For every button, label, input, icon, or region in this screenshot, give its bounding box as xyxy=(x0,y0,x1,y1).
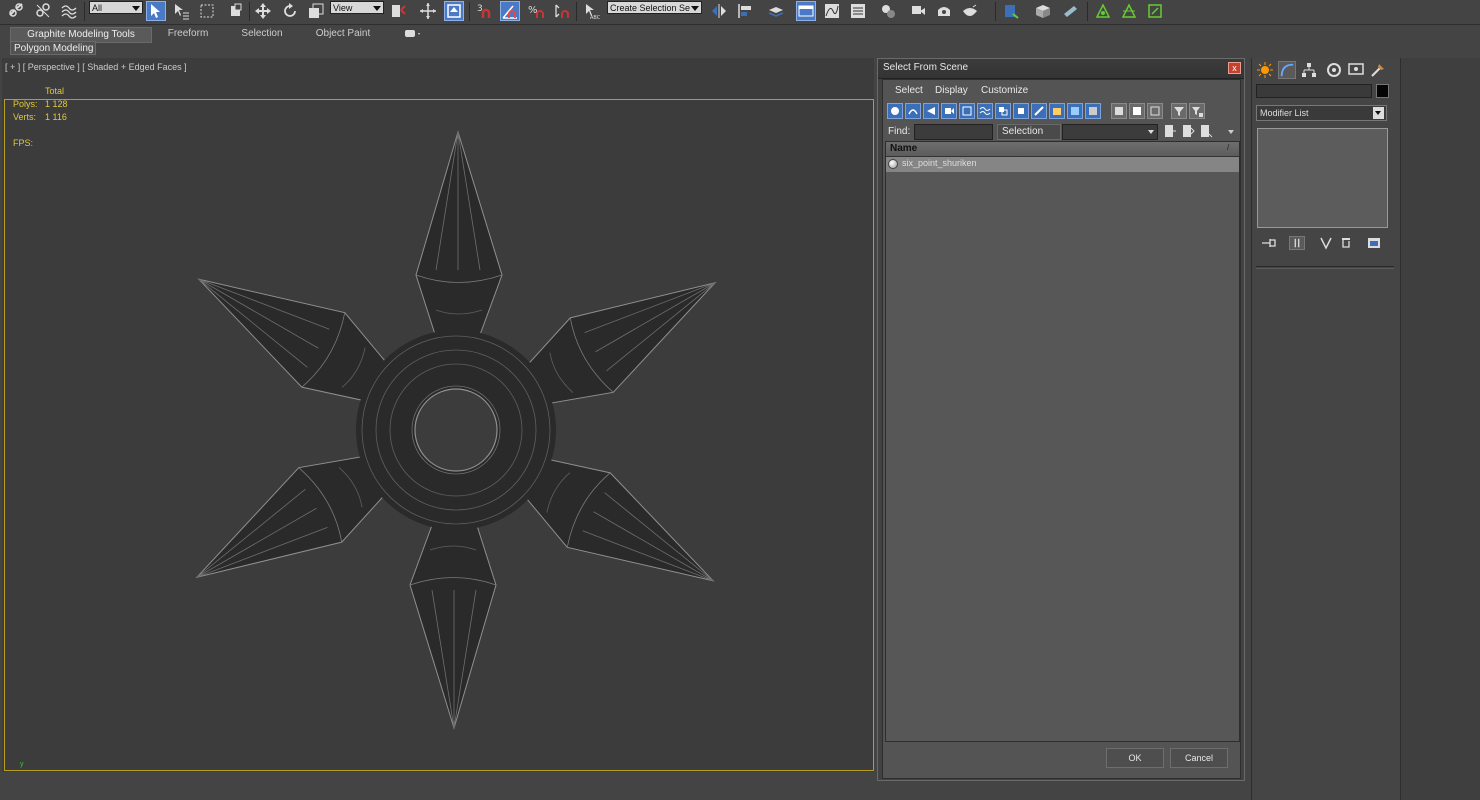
selection-set-dropdown[interactable] xyxy=(1062,124,1158,140)
command-panel: Modifier List xyxy=(1251,58,1400,800)
panel-divider xyxy=(1256,266,1394,267)
object-color-swatch[interactable] xyxy=(1376,84,1389,98)
make-unique-icon[interactable] xyxy=(1318,236,1334,250)
display-shapes-icon[interactable] xyxy=(905,103,921,119)
chevron-down-icon xyxy=(1373,107,1384,119)
modifier-list-dropdown[interactable]: Modifier List xyxy=(1256,105,1387,121)
display-groups-icon[interactable] xyxy=(995,103,1011,119)
close-icon[interactable]: x xyxy=(1228,62,1241,74)
dialog-title-bar[interactable]: Select From Scene x xyxy=(878,59,1244,79)
select-all-icon[interactable] xyxy=(1111,103,1127,119)
select-invert-icon[interactable] xyxy=(1147,103,1163,119)
selection-set-label: Selection Set: xyxy=(997,124,1061,151)
render-production-icon[interactable] xyxy=(960,1,980,21)
render-setup-icon[interactable] xyxy=(908,1,928,21)
find-input[interactable] xyxy=(914,124,993,140)
configure-modifier-sets-icon[interactable] xyxy=(1366,236,1382,250)
modifier-list-label: Modifier List xyxy=(1260,108,1309,118)
ok-button[interactable]: OK xyxy=(1106,748,1164,768)
graph-editor-icon[interactable] xyxy=(1093,1,1113,21)
display-containers-icon[interactable] xyxy=(1049,103,1065,119)
show-end-result-icon[interactable] xyxy=(1289,236,1305,250)
chevron-down-icon xyxy=(1148,130,1154,134)
menu-display[interactable]: Display xyxy=(935,85,968,96)
display-xrefs-icon[interactable] xyxy=(1013,103,1029,119)
list-item[interactable]: six_point_shuriken xyxy=(886,157,1239,172)
display-cameras-icon[interactable] xyxy=(941,103,957,119)
menu-select[interactable]: Select xyxy=(895,85,923,96)
select-none-icon[interactable] xyxy=(1129,103,1145,119)
filter-icon[interactable] xyxy=(1171,103,1187,119)
containers-icon[interactable] xyxy=(1033,1,1053,21)
pin-stack-icon[interactable] xyxy=(1261,236,1277,250)
create-selection-set-icon[interactable] xyxy=(1163,124,1177,138)
hierarchy-tab-icon[interactable] xyxy=(1300,61,1318,79)
axis-tripod-icon: y xyxy=(20,761,24,768)
name-column-label: Name xyxy=(890,143,918,154)
shuriken-model xyxy=(174,131,738,729)
find-label: Find: xyxy=(888,126,911,137)
delete-selection-set-icon[interactable] xyxy=(1199,124,1213,138)
import-icon[interactable] xyxy=(1001,1,1021,21)
select-from-scene-dialog: Select From Scene x Select Display Custo… xyxy=(877,58,1245,781)
material-editor-icon[interactable] xyxy=(878,1,898,21)
geometry-object-icon xyxy=(888,159,898,169)
utilities-tab-icon[interactable] xyxy=(1369,61,1387,79)
sort-indicator-icon: / xyxy=(1227,143,1230,152)
filter-options-icon[interactable] xyxy=(1189,103,1205,119)
display-hidden-icon[interactable] xyxy=(1085,103,1101,119)
display-bones-icon[interactable] xyxy=(1031,103,1047,119)
menu-customize[interactable]: Customize xyxy=(981,85,1028,96)
toolbar-options-icon[interactable] xyxy=(1227,128,1235,136)
remove-modifier-icon[interactable] xyxy=(1338,236,1354,250)
scene-explorer-icon[interactable] xyxy=(1060,1,1080,21)
dope-sheet-icon[interactable] xyxy=(1119,1,1139,21)
display-geometry-icon[interactable] xyxy=(887,103,903,119)
display-tab-icon[interactable] xyxy=(1347,61,1365,79)
edit-selection-set-icon[interactable] xyxy=(1181,124,1195,138)
cancel-button[interactable]: Cancel xyxy=(1170,748,1228,768)
dialog-title: Select From Scene xyxy=(883,62,969,73)
dialog-body: Select Display Customize Find: Selection… xyxy=(882,79,1241,779)
object-name: six_point_shuriken xyxy=(902,158,977,168)
shuriken-body xyxy=(174,131,738,729)
track-view-icon[interactable] xyxy=(1145,1,1165,21)
panel-divider-highlight xyxy=(1256,268,1394,269)
motion-tab-icon[interactable] xyxy=(1325,61,1343,79)
scene-object-list: Name / six_point_shuriken xyxy=(885,141,1240,742)
display-helpers-icon[interactable] xyxy=(959,103,975,119)
modifier-stack[interactable] xyxy=(1257,128,1388,228)
create-tab-icon[interactable] xyxy=(1256,61,1274,79)
display-lights-icon[interactable] xyxy=(923,103,939,119)
rendered-frame-window-icon[interactable] xyxy=(934,1,954,21)
object-name-field[interactable] xyxy=(1256,84,1372,98)
name-column-header[interactable]: Name / xyxy=(886,142,1239,157)
display-space-warps-icon[interactable] xyxy=(977,103,993,119)
modify-tab-icon[interactable] xyxy=(1278,61,1296,79)
panel-gutter xyxy=(1400,58,1480,800)
display-frozen-icon[interactable] xyxy=(1067,103,1083,119)
